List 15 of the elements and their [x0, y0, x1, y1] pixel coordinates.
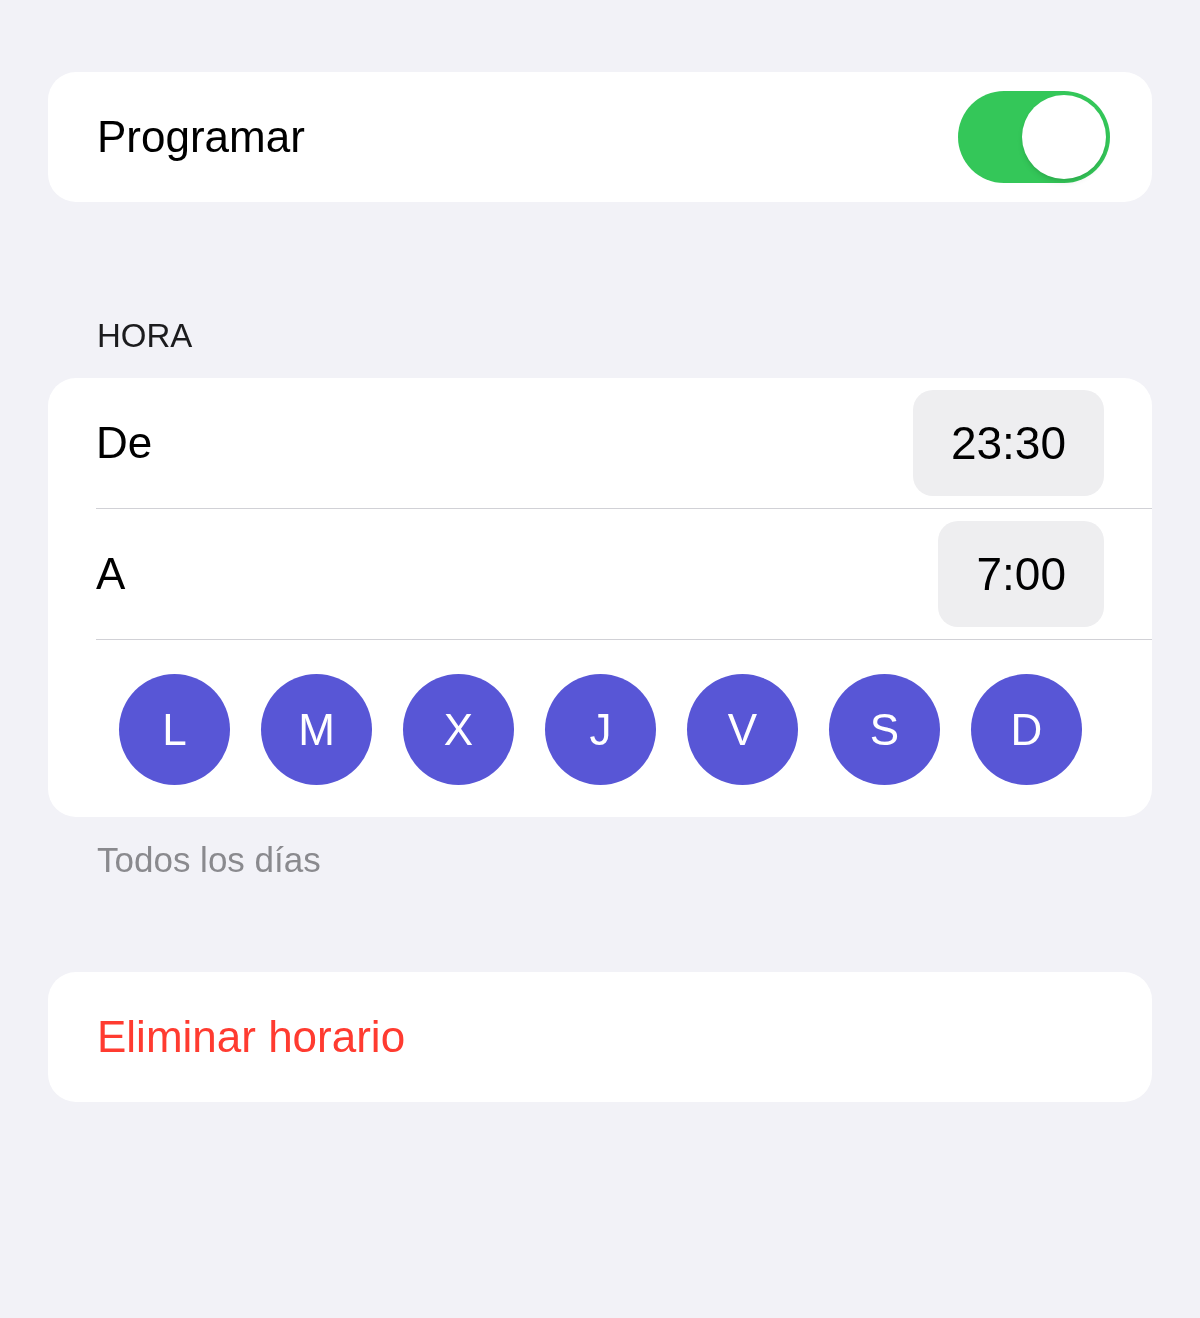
weekday-button[interactable]: D [971, 674, 1082, 785]
weekday-button[interactable]: J [545, 674, 656, 785]
weekday-button[interactable]: S [829, 674, 940, 785]
schedule-label: Programar [97, 111, 305, 163]
time-picker-button[interactable]: 7:00 [938, 521, 1104, 627]
time-picker-button[interactable]: 23:30 [912, 390, 1104, 496]
delete-schedule-button[interactable]: Eliminar horario [48, 972, 1152, 1102]
section-header: HORA [97, 316, 193, 357]
weekday-button[interactable]: L [119, 674, 230, 785]
time-row-label: De [96, 417, 153, 469]
weekday-button[interactable]: M [261, 674, 372, 785]
days-summary: Todos los días [97, 838, 321, 881]
weekday-button[interactable]: V [687, 674, 798, 785]
time-row-label: A [96, 548, 126, 600]
weekday-button[interactable]: X [403, 674, 514, 785]
